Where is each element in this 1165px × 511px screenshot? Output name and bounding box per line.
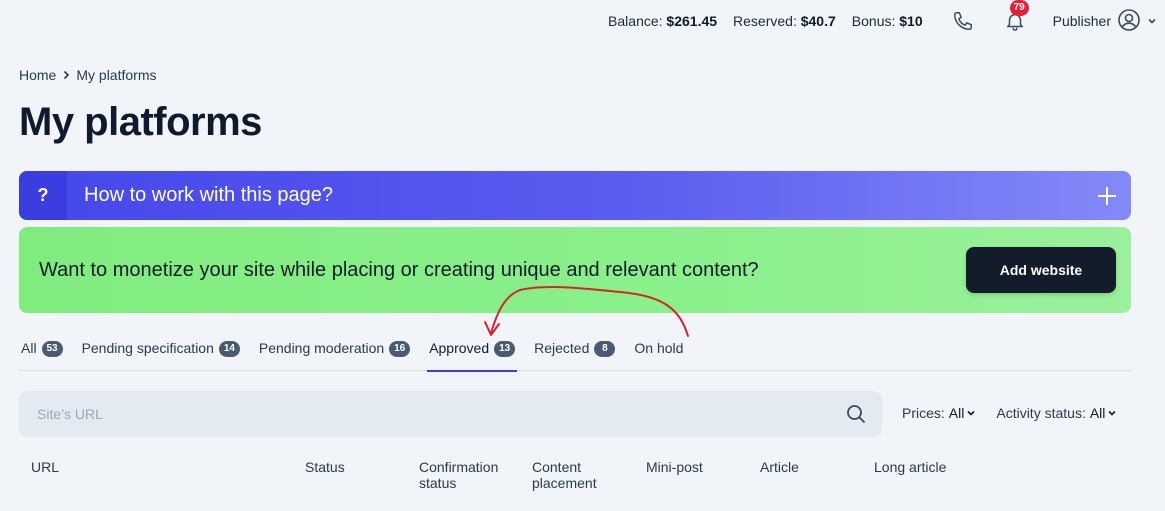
reserved: Reserved: $40.7 [733,13,836,29]
tab-label: All [21,340,37,356]
reserved-value: $40.7 [800,13,836,29]
column-long-article[interactable]: Long article [874,459,946,475]
activity-value: All [1089,405,1106,421]
breadcrumb: Home My platforms [19,67,156,83]
status-tabs: All 53 Pending specification 14 Pending … [19,335,1131,372]
balance-label: Balance: [608,13,663,29]
bell-icon[interactable]: 79 [1003,0,1029,33]
help-accordion[interactable]: ? How to work with this page? [19,171,1131,220]
plus-icon[interactable] [1097,186,1117,206]
bonus-value: $10 [899,13,923,29]
promo-text: Want to monetize your site while placing… [39,258,759,281]
tab-label: Rejected [534,340,590,356]
search-input[interactable] [37,406,846,422]
chevron-down-icon [966,408,976,418]
activity-label: Activity status: [996,405,1086,421]
help-text: How to work with this page? [84,184,334,206]
breadcrumb-home[interactable]: Home [19,67,56,83]
user-menu[interactable]: Publisher [1053,8,1157,35]
chevron-down-icon [1147,13,1157,29]
top-bar: Balance: $261.45 Reserved: $40.7 Bonus: … [0,0,1165,42]
question-icon: ? [19,171,67,220]
tab-label: Pending moderation [258,340,385,356]
tab-count: 14 [218,341,240,357]
prices-label: Prices: [902,405,945,421]
promo-banner: Want to monetize your site while placing… [19,227,1131,313]
tab-all[interactable]: All 53 [21,335,63,371]
user-role: Publisher [1052,13,1111,29]
user-icon [1117,8,1141,35]
tab-on-hold[interactable]: On hold [634,335,683,371]
bonus: Bonus: $10 [852,13,923,29]
notifications-badge: 79 [1009,0,1029,16]
breadcrumb-current: My platforms [76,67,157,83]
chevron-down-icon [1107,408,1117,418]
column-content-placement[interactable]: Content placement [532,459,622,491]
prices-value: All [948,405,965,421]
tab-count: 53 [41,341,63,357]
balance: Balance: $261.45 [608,13,717,29]
column-mini-post[interactable]: Mini-post [646,459,703,475]
bonus-label: Bonus: [851,13,896,29]
add-website-button[interactable]: Add website [966,247,1116,293]
column-url[interactable]: URL [31,459,59,475]
search-bar [19,391,882,437]
tab-count: 8 [594,341,616,357]
filters: Prices: All Activity status: All [902,405,1137,421]
chevron-right-icon [61,70,71,80]
column-article[interactable]: Article [760,459,799,475]
tab-approved[interactable]: Approved 13 [427,335,518,372]
activity-status-filter[interactable]: Activity status: All [996,405,1117,421]
tab-label: On hold [634,340,684,356]
column-confirmation-status[interactable]: Confirmation status [419,459,519,491]
page-title: My platforms [19,100,262,144]
tab-label: Approved [429,340,490,356]
tab-rejected[interactable]: Rejected 8 [534,335,616,371]
balance-value: $261.45 [666,13,718,29]
tab-label: Pending specification [81,340,214,356]
column-status[interactable]: Status [305,459,345,475]
reserved-label: Reserved: [733,13,797,29]
tab-count: 16 [389,341,411,357]
tab-pending-specification[interactable]: Pending specification 14 [82,335,240,371]
tab-pending-moderation[interactable]: Pending moderation 16 [258,335,411,371]
search-icon[interactable] [846,404,866,424]
prices-filter[interactable]: Prices: All [902,405,976,421]
phone-icon[interactable] [951,9,975,33]
tab-count: 13 [494,341,516,357]
